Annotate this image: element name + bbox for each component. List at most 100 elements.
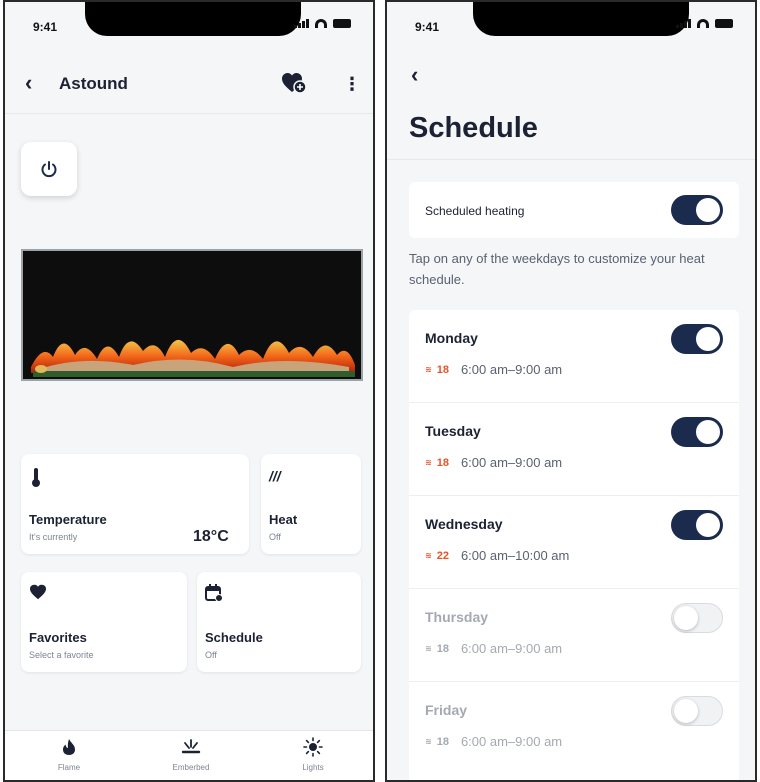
device-screen-right: 9:41 ‹ Schedule Scheduled heating Tap on… <box>385 0 757 782</box>
favorites-title: Favorites <box>29 630 87 645</box>
day-temperature: 18 <box>436 642 449 655</box>
temperature-card[interactable]: Temperature It's currently 18°C <box>21 454 249 554</box>
favorite-add-icon[interactable] <box>281 72 307 94</box>
schedule-title: Schedule <box>205 630 263 645</box>
heat-waves-icon: /// <box>269 468 281 484</box>
day-row-wednesday[interactable]: Wednesday ≋ 22 6:00 am–10:00 am <box>409 496 739 588</box>
toggle-knob <box>696 420 720 444</box>
battery-icon <box>715 19 733 28</box>
thermometer-icon <box>32 468 40 487</box>
nav-label-emberbed: Emberbed <box>172 763 210 772</box>
day-meta: ≋ 18 6:00 am–9:00 am <box>425 641 562 656</box>
notch <box>85 2 301 36</box>
signal-icon <box>294 19 309 28</box>
bottom-nav: Flame Emberbed Lights <box>5 730 373 780</box>
nav-item-lights[interactable]: Lights <box>273 737 353 772</box>
day-toggle-tuesday[interactable] <box>671 417 723 447</box>
heat-card[interactable]: /// Heat Off <box>261 454 361 554</box>
fireplace-flame-preview <box>21 249 363 381</box>
flame-icon <box>63 739 75 755</box>
temperature-value: 18°C <box>193 528 229 545</box>
day-name: Thursday <box>425 609 489 625</box>
device-screen-left: 9:41 ‹ Astound ⋮ Temperature It's curren… <box>3 0 375 782</box>
more-menu-icon[interactable]: ⋮ <box>343 74 361 95</box>
back-icon[interactable]: ‹ <box>25 70 32 96</box>
day-temperature: 22 <box>436 549 449 562</box>
day-time-range: 6:00 am–9:00 am <box>460 734 563 749</box>
schedule-subtitle: Off <box>205 650 217 660</box>
schedule-card[interactable]: Schedule Off <box>197 572 361 672</box>
toggle-knob <box>696 327 720 351</box>
favorites-subtitle: Select a favorite <box>29 650 94 660</box>
status-icons <box>676 19 733 28</box>
status-bar: 9:41 <box>5 2 373 50</box>
signal-icon <box>676 19 691 28</box>
day-time-range: 6:00 am–9:00 am <box>460 641 563 656</box>
scheduled-heating-row: Scheduled heating <box>409 182 739 238</box>
favorites-card[interactable]: Favorites Select a favorite <box>21 572 187 672</box>
status-time: 9:41 <box>415 20 440 34</box>
day-time-range: 6:00 am–9:00 am <box>460 362 563 377</box>
back-icon[interactable]: ‹ <box>411 62 418 88</box>
calendar-icon <box>205 584 223 602</box>
flame-image <box>23 251 361 379</box>
battery-icon <box>333 19 351 28</box>
day-meta: ≋ 18 6:00 am–9:00 am <box>425 362 562 377</box>
toggle-knob <box>674 699 698 723</box>
sun-icon <box>303 737 323 757</box>
heat-waves-icon: ≋ <box>425 737 432 746</box>
nav-item-flame[interactable]: Flame <box>29 737 109 772</box>
status-icons <box>294 19 351 28</box>
nav-label-flame: Flame <box>57 763 81 772</box>
day-meta: ≋ 18 6:00 am–9:00 am <box>425 455 562 470</box>
nav-item-emberbed[interactable]: Emberbed <box>151 737 231 772</box>
device-title: Astound <box>59 74 128 93</box>
page-title: Schedule <box>409 112 538 144</box>
day-row-tuesday[interactable]: Tuesday ≋ 18 6:00 am–9:00 am <box>409 403 739 495</box>
schedule-header: ‹ Schedule <box>387 50 755 160</box>
status-bar: 9:41 <box>387 2 755 50</box>
day-time-range: 6:00 am–9:00 am <box>460 455 563 470</box>
emberbed-icon <box>181 739 201 754</box>
day-meta: ≋ 18 6:00 am–9:00 am <box>425 734 562 749</box>
day-temperature: 18 <box>436 456 449 469</box>
heat-waves-icon: ≋ <box>425 458 432 467</box>
heat-waves-icon: ≋ <box>425 365 432 374</box>
wifi-icon <box>697 19 709 28</box>
scheduled-heating-label: Scheduled heating <box>425 204 525 218</box>
day-name: Wednesday <box>425 516 503 532</box>
day-name: Tuesday <box>425 423 481 439</box>
toggle-knob <box>674 606 698 630</box>
weekday-list: Monday ≋ 18 6:00 am–9:00 am Tuesday ≋ 18… <box>409 310 739 780</box>
day-name: Monday <box>425 330 478 346</box>
day-meta: ≋ 22 6:00 am–10:00 am <box>425 548 569 563</box>
power-icon <box>41 161 57 178</box>
day-name: Friday <box>425 702 468 718</box>
day-row-thursday[interactable]: Thursday ≋ 18 6:00 am–9:00 am <box>409 589 739 681</box>
notch <box>473 2 689 36</box>
heat-waves-icon: ≋ <box>425 551 432 560</box>
day-toggle-monday[interactable] <box>671 324 723 354</box>
day-row-monday[interactable]: Monday ≋ 18 6:00 am–9:00 am <box>409 310 739 402</box>
temperature-subtitle: It's currently <box>29 532 78 542</box>
day-row-friday[interactable]: Friday ≋ 18 6:00 am–9:00 am <box>409 682 739 774</box>
day-toggle-thursday[interactable] <box>671 603 723 633</box>
day-time-range: 6:00 am–10:00 am <box>460 548 570 563</box>
power-button[interactable] <box>21 142 77 196</box>
app-header: ‹ Astound ⋮ <box>5 50 373 114</box>
heat-subtitle: Off <box>269 532 281 542</box>
temperature-title: Temperature <box>29 512 107 527</box>
heat-waves-icon: ≋ <box>425 644 432 653</box>
day-toggle-wednesday[interactable] <box>671 510 723 540</box>
day-toggle-friday[interactable] <box>671 696 723 726</box>
day-temperature: 18 <box>436 363 449 376</box>
toggle-knob <box>696 513 720 537</box>
scheduled-heating-toggle[interactable] <box>671 195 723 225</box>
wifi-icon <box>315 19 327 28</box>
nav-label-lights: Lights <box>302 763 324 772</box>
heat-title: Heat <box>269 512 298 527</box>
schedule-hint: Tap on any of the weekdays to customize … <box>409 251 705 287</box>
status-time: 9:41 <box>33 20 58 34</box>
day-temperature: 18 <box>436 735 449 748</box>
heart-icon <box>30 584 46 600</box>
